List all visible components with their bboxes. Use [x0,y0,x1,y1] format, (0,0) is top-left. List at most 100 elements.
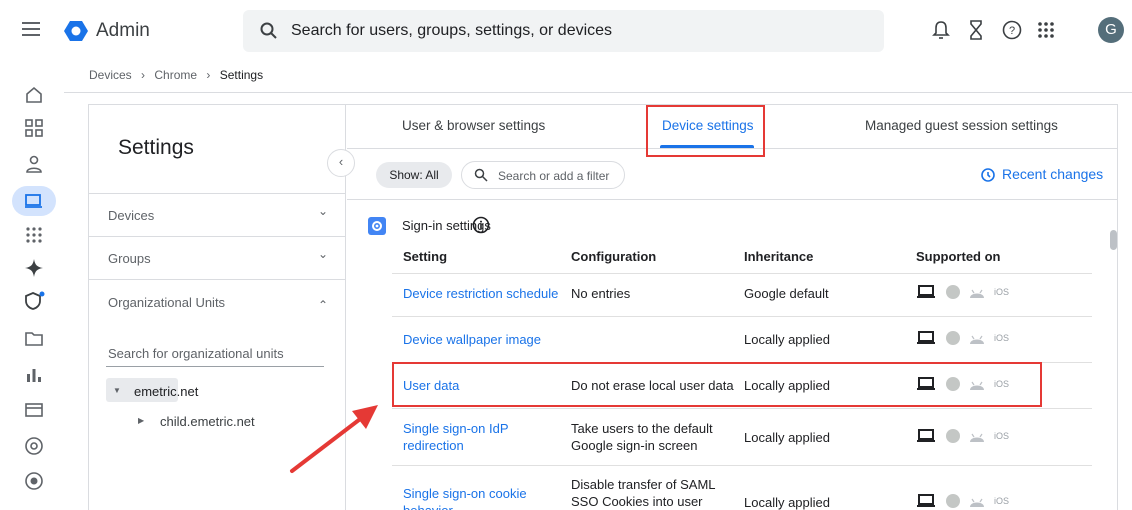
ou-child-label[interactable]: child.emetric.net [160,414,255,429]
breadcrumb-current: Settings [219,68,264,82]
column-header-inheritance: Inheritance [744,249,814,264]
search-icon [474,168,488,182]
devices-icon[interactable] [23,190,45,212]
inheritance-value: Locally applied [744,495,831,510]
setting-link-line[interactable]: Single sign-on IdP [403,420,509,437]
chevron-down-icon[interactable]: ⌄ [318,204,328,218]
ios-label: iOS [994,496,1010,506]
setting-link-line[interactable]: redirection [403,437,509,454]
row-divider [392,408,1092,409]
dashboard-icon[interactable] [23,117,45,139]
highlight-user-data-row [392,362,1042,407]
filter-search-input[interactable]: Search or add a filter [498,169,609,183]
account-at-icon[interactable] [23,435,45,457]
nav-organizational-units[interactable]: Organizational Units [108,295,225,310]
ou-root-label[interactable]: emetric.net [134,384,198,399]
ios-label: iOS [994,333,1010,343]
column-header-setting: Setting [403,249,448,264]
filter-search[interactable]: Search or add a filter [461,161,625,189]
settings-gear-icon [368,217,386,235]
app-title[interactable]: Admin [96,20,150,42]
inheritance-value: Locally applied [744,430,831,445]
global-search[interactable]: Search for users, groups, settings, or d… [243,10,884,52]
hourglass-tasks-icon[interactable] [964,18,988,42]
inheritance-value: Google default [744,286,829,301]
nav-devices[interactable]: Devices [108,208,154,223]
ou-search-input[interactable]: Search for organizational units [108,346,284,361]
breadcrumb: Devices › Chrome › Settings [89,68,263,82]
divider [89,279,345,280]
breadcrumb-chrome[interactable]: Chrome [154,68,197,82]
caret-right-icon[interactable]: ▶ [138,416,144,425]
chrome-browser-icon [946,331,960,345]
apps-grid-icon[interactable] [1034,18,1058,42]
main-menu-icon[interactable] [22,22,40,36]
chrome-browser-icon [946,285,960,299]
breadcrumb-separator: › [206,68,211,82]
setting-link-line[interactable]: behavior [403,502,527,510]
page-title: Settings [118,136,194,159]
storage-folder-icon[interactable] [23,327,45,349]
configuration-line: SSO Cookies into user [571,494,703,509]
help-icon[interactable]: ? [1000,18,1024,42]
security-shield-icon[interactable] [23,290,45,312]
svg-text:?: ? [1009,25,1015,37]
collapse-panel-button[interactable]: ‹ [327,149,355,177]
home-icon[interactable] [23,84,45,106]
highlight-device-settings-tab [646,105,765,157]
setting-link[interactable]: Single sign-on cookie behavior [403,485,527,510]
info-icon[interactable] [472,216,490,234]
history-icon[interactable] [980,167,996,183]
tab-user-browser-settings[interactable]: User & browser settings [402,118,545,133]
row-divider [392,273,1092,274]
configuration-line: Disable transfer of SAML [571,477,716,492]
reporting-chart-icon[interactable] [23,364,45,386]
laptop-icon [917,285,935,298]
laptop-icon [917,494,935,507]
column-header-configuration: Configuration [571,249,657,264]
divider [347,199,1117,200]
configuration-value: Take users to the default Google sign-in… [571,420,713,454]
row-divider [392,316,1092,317]
divider [89,193,345,194]
chevron-left-icon: ‹ [338,154,344,169]
divider [89,236,345,237]
chevron-up-icon[interactable]: ⌃ [318,298,328,312]
caret-down-icon[interactable]: ▼ [113,386,121,395]
row-divider [392,465,1092,466]
billing-card-icon[interactable] [23,399,45,421]
android-icon [970,335,984,344]
setting-link[interactable]: Device wallpaper image [403,331,541,348]
inheritance-value: Locally applied [744,332,831,347]
column-header-supported-on: Supported on [916,249,1001,264]
configuration-line: Google sign-in screen [571,438,698,453]
setting-link[interactable]: Device restriction schedule [403,285,558,302]
search-icon [260,22,277,39]
laptop-icon [917,331,935,344]
users-icon[interactable] [23,153,45,175]
admin-logo-icon [64,21,88,41]
android-icon [970,433,984,442]
notifications-bell-icon[interactable] [929,18,953,42]
global-search-input[interactable]: Search for users, groups, settings, or d… [291,22,612,40]
ios-label: iOS [994,431,1010,441]
ou-search-underline [106,366,324,367]
apps-icon[interactable] [23,224,45,246]
laptop-icon [917,429,935,442]
setting-link-line[interactable]: Single sign-on cookie [403,485,527,502]
tab-managed-guest-session-settings[interactable]: Managed guest session settings [865,118,1058,133]
recent-changes-link[interactable]: Recent changes [1002,166,1103,182]
chrome-browser-icon [946,429,960,443]
scrollbar-thumb[interactable] [1110,230,1117,250]
chevron-down-icon[interactable]: ⌄ [318,247,328,261]
chrome-browser-icon [946,494,960,508]
show-all-filter-chip[interactable]: Show: All [376,162,452,188]
rules-icon[interactable] [23,470,45,492]
gemini-sparkle-icon[interactable] [23,257,45,279]
nav-groups[interactable]: Groups [108,251,151,266]
breadcrumb-separator: › [141,68,146,82]
configuration-line: Take users to the default [571,421,713,436]
setting-link[interactable]: Single sign-on IdP redirection [403,420,509,454]
account-avatar[interactable]: G [1098,17,1124,43]
breadcrumb-devices[interactable]: Devices [89,68,132,82]
